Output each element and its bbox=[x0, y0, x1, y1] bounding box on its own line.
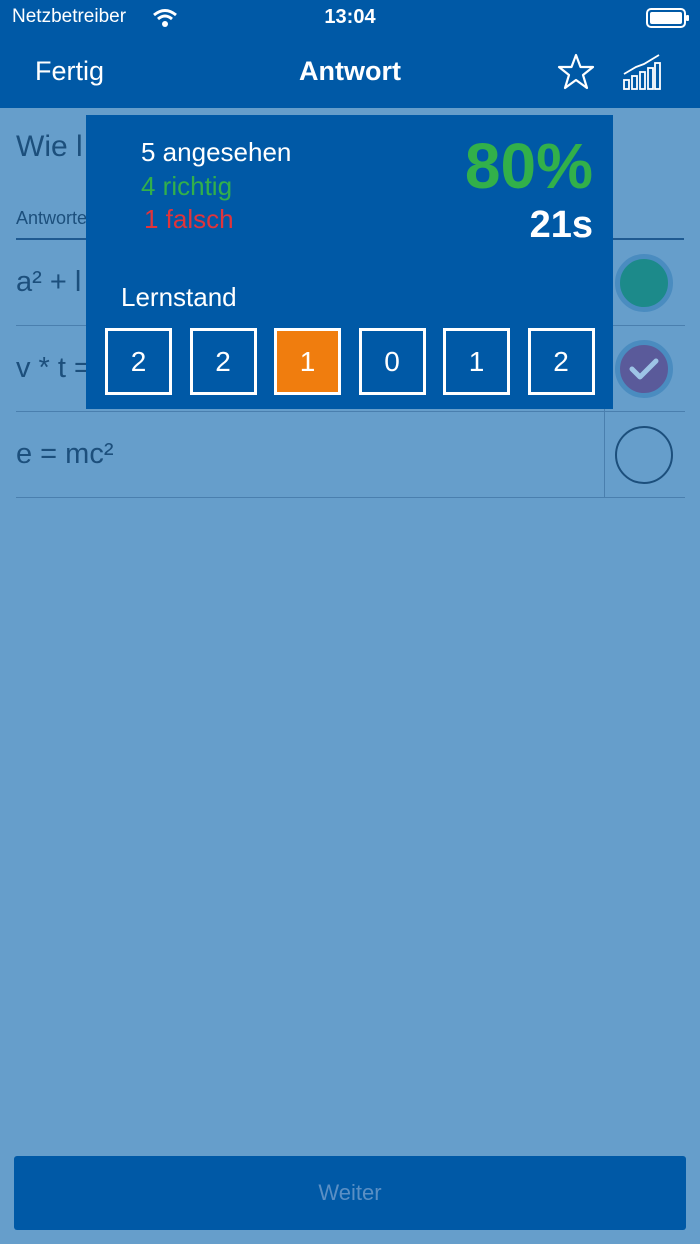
star-icon[interactable] bbox=[556, 52, 596, 92]
viewed-count: 5 angesehen bbox=[141, 137, 292, 167]
level-box: 2 bbox=[105, 328, 172, 395]
answers-label: Antworte bbox=[16, 208, 88, 228]
answer-radio-filled[interactable] bbox=[615, 254, 673, 312]
battery-icon bbox=[646, 8, 689, 28]
next-button[interactable]: Weiter bbox=[14, 1156, 686, 1230]
correct-count: 4 richtig bbox=[141, 171, 233, 201]
answer-radio-empty[interactable] bbox=[615, 426, 673, 484]
nav-bar: Fertig Antwort bbox=[0, 36, 700, 108]
level-box: 2 bbox=[527, 328, 595, 395]
answer-radio-checked[interactable] bbox=[615, 340, 673, 398]
level-label: Lernstand bbox=[121, 282, 237, 312]
status-time: 13:04 bbox=[324, 6, 376, 28]
level-box: 1 bbox=[443, 328, 510, 395]
elapsed-time: 21s bbox=[529, 204, 593, 246]
status-bar: Netzbetreiber 13:04 bbox=[0, 0, 700, 36]
bar-chart-icon[interactable] bbox=[622, 52, 662, 92]
wrong-count: 1 falsch bbox=[144, 204, 234, 234]
done-button[interactable]: Fertig bbox=[35, 56, 104, 87]
answer-text: v * t = bbox=[16, 352, 91, 384]
checkmark-icon bbox=[629, 358, 659, 380]
stats-popup: 5 angesehen 4 richtig 1 falsch 80% 21s L… bbox=[86, 115, 613, 409]
level-box: 1 bbox=[274, 328, 341, 395]
row-separator bbox=[604, 412, 605, 498]
question-text: Wie l bbox=[16, 130, 83, 163]
answer-text: a² + l bbox=[16, 266, 82, 298]
score-percent: 80% bbox=[464, 130, 593, 202]
answer-text: e = mc² bbox=[16, 438, 114, 470]
level-box: 2 bbox=[189, 328, 257, 395]
answer-row[interactable]: e = mc² bbox=[16, 412, 685, 498]
level-box: 0 bbox=[358, 328, 426, 395]
divider bbox=[16, 497, 685, 498]
